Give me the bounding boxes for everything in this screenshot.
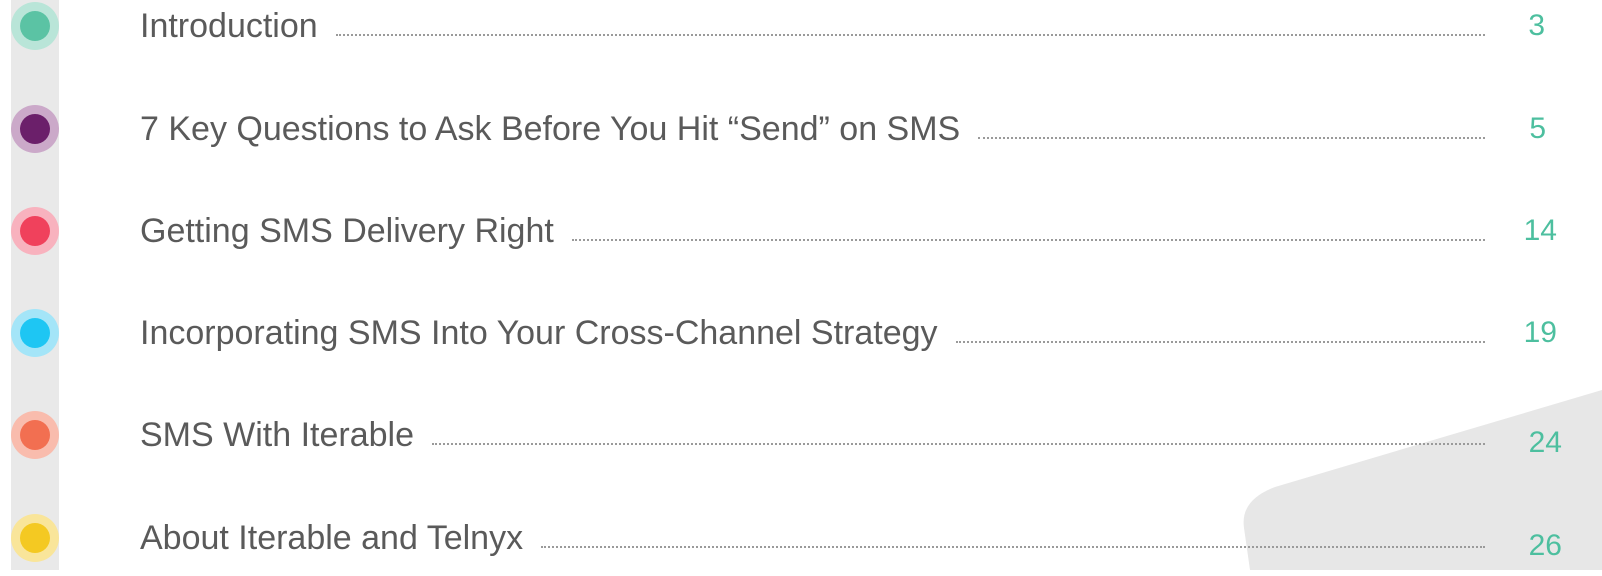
toc-entry-title: SMS With Iterable <box>140 415 414 454</box>
dotted-leader <box>335 34 1485 36</box>
toc-page-number: 26 <box>1528 529 1562 562</box>
toc-page-number: 19 <box>1523 316 1557 349</box>
toc-entry-sms-with-iterable[interactable]: SMS With Iterable 24 <box>0 405 1602 465</box>
decorative-gray-shape <box>1243 390 1602 570</box>
toc-entry-title: Introduction <box>140 6 318 45</box>
bullet-dot-icon <box>11 309 59 357</box>
toc-entry-cross-channel[interactable]: Incorporating SMS Into Your Cross-Channe… <box>0 303 1602 363</box>
bullet-dot-icon <box>11 207 59 255</box>
dotted-leader <box>571 239 1485 241</box>
toc-page-number: 3 <box>1528 9 1545 42</box>
dotted-leader <box>541 546 1485 548</box>
bullet-dot-icon <box>11 105 59 153</box>
toc-page-number: 24 <box>1528 426 1562 459</box>
toc-entry-about-iterable-telnyx[interactable]: About Iterable and Telnyx 26 <box>0 508 1602 568</box>
toc-entry-title: 7 Key Questions to Ask Before You Hit “S… <box>140 109 961 148</box>
bullet-dot-icon <box>11 411 59 459</box>
bullet-dot-icon <box>11 514 59 562</box>
dotted-leader <box>955 341 1485 343</box>
bullet-dot-icon <box>11 2 59 50</box>
dotted-leader <box>978 137 1485 139</box>
toc-entry-title: Getting SMS Delivery Right <box>140 211 554 250</box>
toc-entry-title: Incorporating SMS Into Your Cross-Channe… <box>140 313 938 352</box>
toc-page-number: 14 <box>1523 214 1557 247</box>
dotted-leader <box>431 443 1485 445</box>
toc-entry-introduction[interactable]: Introduction 3 <box>0 0 1602 56</box>
toc-page-number: 5 <box>1529 112 1546 145</box>
toc-entry-sms-delivery[interactable]: Getting SMS Delivery Right 14 <box>0 201 1602 261</box>
toc-entry-title: About Iterable and Telnyx <box>140 518 524 557</box>
toc-entry-key-questions[interactable]: 7 Key Questions to Ask Before You Hit “S… <box>0 99 1602 159</box>
